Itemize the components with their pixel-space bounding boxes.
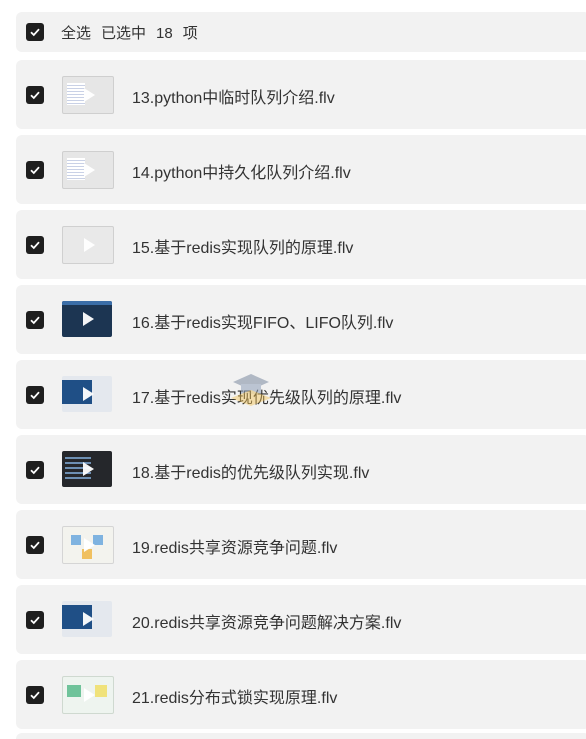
list-item[interactable]: 20.redis共享资源竞争问题解决方案.flv (16, 585, 586, 654)
file-name[interactable]: 14.python中持久化队列介绍.flv (132, 159, 351, 183)
checkmark-icon (30, 541, 40, 550)
select-all-checkbox[interactable] (26, 23, 44, 41)
item-checkbox[interactable] (26, 311, 44, 329)
video-thumbnail[interactable] (62, 376, 112, 412)
video-thumbnail[interactable] (62, 601, 112, 637)
play-icon (83, 612, 94, 626)
checkmark-icon (30, 241, 40, 250)
file-name[interactable]: 13.python中临时队列介绍.flv (132, 84, 335, 108)
checkmark-icon (30, 391, 40, 400)
checkmark-icon (30, 466, 40, 475)
checkmark-icon (30, 316, 40, 325)
list-item[interactable]: 15.基于redis实现队列的原理.flv (16, 210, 586, 279)
item-checkbox[interactable] (26, 161, 44, 179)
file-name[interactable]: 19.redis共享资源竞争问题.flv (132, 534, 337, 558)
play-icon (84, 88, 95, 102)
item-checkbox[interactable] (26, 536, 44, 554)
list-item[interactable]: 16.基于redis实现FIFO、LIFO队列.flv (16, 285, 586, 354)
checkmark-icon (30, 166, 40, 175)
video-thumbnail[interactable] (62, 301, 112, 337)
selected-unit: 项 (182, 24, 198, 42)
list-item[interactable]: 21.redis分布式锁实现原理.flv (16, 660, 586, 729)
list-item[interactable]: 13.python中临时队列介绍.flv (16, 60, 586, 129)
play-icon (84, 538, 95, 552)
play-icon (83, 387, 94, 401)
file-name[interactable]: 21.redis分布式锁实现原理.flv (132, 684, 337, 708)
file-name[interactable]: 16.基于redis实现FIFO、LIFO队列.flv (132, 309, 393, 333)
item-checkbox[interactable] (26, 611, 44, 629)
select-all-bar: 全选 已选中 18 项 (16, 12, 586, 52)
checkmark-icon (30, 91, 40, 100)
checkmark-icon (30, 28, 40, 37)
item-checkbox[interactable] (26, 686, 44, 704)
video-thumbnail[interactable] (62, 526, 114, 564)
play-icon (83, 312, 94, 326)
video-thumbnail[interactable] (62, 676, 114, 714)
list-item[interactable]: 18.基于redis的优先级队列实现.flv (16, 435, 586, 504)
file-name[interactable]: 17.基于redis实现优先级队列的原理.flv (132, 384, 401, 408)
video-thumbnail[interactable] (62, 76, 114, 114)
item-checkbox[interactable] (26, 236, 44, 254)
list-item[interactable]: 19.redis共享资源竞争问题.flv (16, 510, 586, 579)
list-item[interactable]: 14.python中持久化队列介绍.flv (16, 135, 586, 204)
item-checkbox[interactable] (26, 461, 44, 479)
list-item-partial (16, 733, 586, 739)
checkmark-icon (30, 616, 40, 625)
select-all-label[interactable]: 全选 (61, 25, 91, 42)
selection-summary: 全选 已选中 18 项 (61, 22, 208, 43)
selected-count: 18 (156, 24, 173, 42)
video-thumbnail[interactable] (62, 151, 114, 189)
play-icon (84, 688, 95, 702)
item-checkbox[interactable] (26, 386, 44, 404)
video-thumbnail[interactable] (62, 226, 114, 264)
file-name[interactable]: 18.基于redis的优先级队列实现.flv (132, 459, 369, 483)
play-icon (84, 238, 95, 252)
play-icon (83, 462, 94, 476)
item-checkbox[interactable] (26, 86, 44, 104)
checkmark-icon (30, 691, 40, 700)
file-name[interactable]: 15.基于redis实现队列的原理.flv (132, 234, 353, 258)
file-name[interactable]: 20.redis共享资源竞争问题解决方案.flv (132, 609, 401, 633)
video-thumbnail[interactable] (62, 451, 112, 487)
play-icon (84, 163, 95, 177)
selected-label: 已选中 (101, 24, 147, 42)
list-item[interactable]: 17.基于redis实现优先级队列的原理.flv (16, 360, 586, 429)
